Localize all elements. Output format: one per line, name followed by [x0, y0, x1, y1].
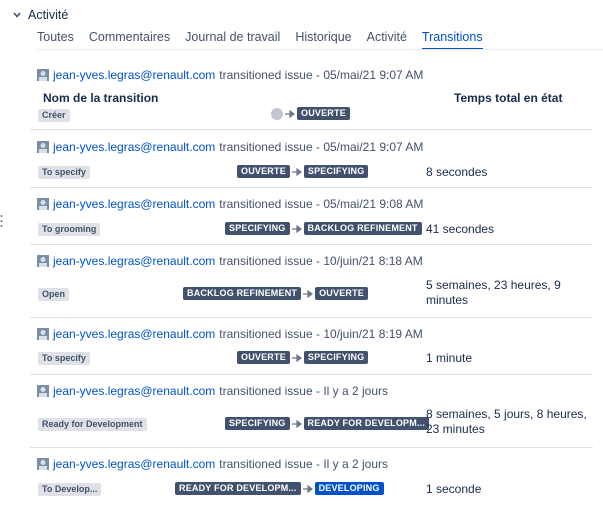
transition-entry: jean-yves.legras@renault.com transitione… [30, 252, 593, 318]
status-to: OUVERTE [315, 287, 369, 300]
entry-header: jean-yves.legras@renault.com transitione… [37, 457, 388, 471]
entry-header: jean-yves.legras@renault.com transitione… [37, 197, 423, 211]
time-in-status: 1 minute [426, 351, 473, 365]
arrow-right-icon [291, 224, 302, 233]
entry-header: jean-yves.legras@renault.com transitione… [37, 68, 423, 82]
status-to: BACKLOG REFINEMENT [303, 222, 422, 235]
chevron-down-icon [13, 12, 21, 18]
user-link[interactable]: jean-yves.legras@renault.com [53, 254, 215, 268]
activity-tabs: Toutes Commentaires Journal de travail H… [37, 30, 498, 50]
time-in-status: 8 secondes [426, 165, 488, 179]
status-flow: OUVERTE [271, 107, 350, 120]
user-link[interactable]: jean-yves.legras@renault.com [53, 457, 215, 471]
transition-name: Créer [38, 109, 70, 122]
time-in-status: 1 seconde [426, 482, 482, 496]
user-link[interactable]: jean-yves.legras@renault.com [53, 68, 215, 82]
section-title: Activité [28, 8, 69, 22]
transition-name: Open [38, 288, 70, 301]
status-flow: READY FOR DEVELOPM... DEVELOPING [175, 482, 384, 495]
arrow-right-icon [291, 167, 302, 176]
user-avatar-icon [37, 328, 49, 340]
time-in-status: 5 semaines, 23 heures, 9 minutes [426, 278, 561, 307]
transition-entry: jean-yves.legras@renault.com transitione… [30, 455, 593, 515]
status-flow: SPECIFYING BACKLOG REFINEMENT [225, 222, 422, 235]
user-link[interactable]: jean-yves.legras@renault.com [53, 327, 215, 341]
entry-action: transitioned issue - 05/mai/21 9:07 AM [219, 140, 424, 154]
user-avatar-icon [37, 385, 49, 397]
entry-header: jean-yves.legras@renault.com transitione… [37, 384, 388, 398]
drag-handle-icon[interactable] [0, 214, 3, 228]
status-flow: SPECIFYING READY FOR DEVELOPM... [225, 417, 430, 430]
transition-entry: jean-yves.legras@renault.com transitione… [30, 66, 593, 130]
transition-name: To specify [38, 166, 90, 179]
entry-header: jean-yves.legras@renault.com transitione… [37, 327, 423, 341]
status-to: SPECIFYING [303, 165, 369, 178]
initial-state-icon [271, 107, 283, 120]
column-transition-name: Nom de la transition [43, 91, 159, 105]
tab-transitions[interactable]: Transitions [421, 30, 483, 50]
user-avatar-icon [37, 255, 49, 267]
user-avatar-icon [37, 198, 49, 210]
user-avatar-icon [37, 141, 49, 153]
status-from: SPECIFYING [225, 222, 290, 235]
entry-action: transitioned issue - 05/mai/21 9:08 AM [219, 197, 424, 211]
entry-action: transitioned issue - 10/juin/21 8:19 AM [219, 327, 423, 341]
tab-all[interactable]: Toutes [37, 30, 74, 50]
entry-header: jean-yves.legras@renault.com transitione… [37, 140, 423, 154]
arrow-right-icon [285, 109, 295, 118]
time-in-status: 41 secondes [426, 222, 495, 236]
entry-action: transitioned issue - 05/mai/21 9:07 AM [219, 68, 424, 82]
status-from: SPECIFYING [225, 417, 290, 430]
tab-activity[interactable]: Activité [367, 30, 407, 50]
transition-name: To grooming [38, 223, 101, 236]
transition-name: To specify [38, 352, 90, 365]
arrow-right-icon [291, 353, 302, 362]
user-link[interactable]: jean-yves.legras@renault.com [53, 197, 215, 211]
transition-entry: jean-yves.legras@renault.com transitione… [30, 195, 593, 245]
entry-action: transitioned issue - 10/juin/21 8:18 AM [219, 254, 423, 268]
transition-entry: jean-yves.legras@renault.com transitione… [30, 138, 593, 188]
status-flow: OUVERTE SPECIFYING [237, 165, 369, 178]
status-to: SPECIFYING [303, 351, 369, 364]
status-to: READY FOR DEVELOPM... [303, 417, 430, 430]
status-from: OUVERTE [237, 165, 290, 178]
tab-history[interactable]: Historique [295, 30, 351, 50]
status-from: READY FOR DEVELOPM... [175, 482, 301, 495]
user-avatar-icon [37, 458, 49, 470]
time-in-status: 8 semaines, 5 jours, 8 heures, 23 minute… [426, 407, 587, 436]
status-from: BACKLOG REFINEMENT [183, 287, 302, 300]
arrow-right-icon [291, 419, 302, 428]
user-link[interactable]: jean-yves.legras@renault.com [53, 140, 215, 154]
tab-comments[interactable]: Commentaires [89, 30, 170, 50]
transition-entry: jean-yves.legras@renault.com transitione… [30, 325, 593, 375]
transition-name: To Develop... [38, 483, 102, 496]
status-to: DEVELOPING [314, 482, 384, 495]
entry-action: transitioned issue - Il y a 2 jours [219, 384, 389, 398]
transition-name: Ready for Development [38, 418, 147, 431]
tab-work-log[interactable]: Journal de travail [185, 30, 280, 50]
status-flow: BACKLOG REFINEMENT OUVERTE [183, 287, 369, 300]
user-link[interactable]: jean-yves.legras@renault.com [53, 384, 215, 398]
arrow-right-icon [303, 289, 314, 298]
column-time-in-status: Temps total en état [454, 91, 563, 105]
entry-header: jean-yves.legras@renault.com transitione… [37, 254, 423, 268]
transition-entry: jean-yves.legras@renault.com transitione… [30, 382, 593, 448]
entry-action: transitioned issue - Il y a 2 jours [219, 457, 389, 471]
status-to: OUVERTE [297, 107, 350, 120]
arrow-right-icon [302, 484, 313, 493]
status-from: OUVERTE [237, 351, 290, 364]
user-avatar-icon [37, 69, 49, 81]
activity-section-header[interactable]: Activité [12, 7, 68, 23]
tab-divider [37, 49, 603, 50]
status-flow: OUVERTE SPECIFYING [237, 351, 369, 364]
